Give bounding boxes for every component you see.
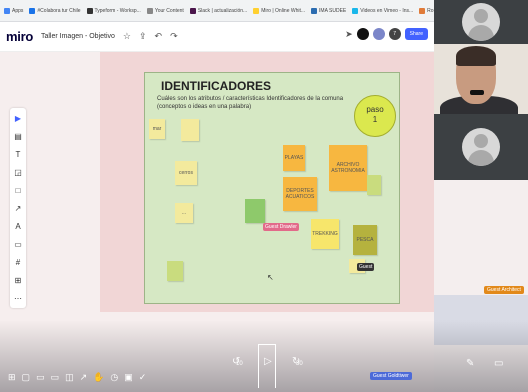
avatar[interactable] [372,28,385,40]
more-icon[interactable]: ⋯ [14,294,22,303]
bookmark-item[interactable]: Miro | Online Whit... [253,7,306,14]
board-icon[interactable]: ▢ [22,372,31,383]
participant-tile[interactable] [434,0,528,44]
bookmark-item[interactable]: Slack | actualización... [189,7,248,14]
bookmark-icon [146,7,153,14]
sticky-note[interactable]: TREKKING [311,219,339,249]
captions-icon[interactable]: ▭ [494,358,503,369]
redo-icon[interactable]: ↷ [170,31,178,42]
sticky-note[interactable] [167,261,183,281]
board-title[interactable]: Taller Imagen - Objetivo [41,33,115,40]
like-icon[interactable]: ✋ [93,372,104,383]
pen-icon[interactable]: A [15,222,20,231]
bookmark-icon [4,7,10,14]
participant-camera[interactable] [434,44,528,114]
bookmark-icon [29,7,36,14]
sticky-note[interactable]: ARCHIVO ASTRONOMIA [329,145,367,191]
screen: Apps #Colabora tur Chile Typeform - Worksp… [0,0,528,392]
user-avatar-icon [462,128,500,166]
play-icon[interactable]: ▷ [264,356,272,367]
export-icon[interactable]: ⇪ [139,31,147,42]
star-icon[interactable]: ☆ [123,31,131,42]
collaborator-tag: Guest Goldtiwer [370,372,412,380]
grid-icon[interactable]: ⊞ [8,372,16,383]
miro-toolbar: miro Taller Imagen - Objetivo ☆ ⇪ ↶ ↷ ➤ … [0,22,434,52]
bookmark-label: #Colabora tur Chile [37,7,81,14]
sticky-note[interactable]: DEPORTES ACUATICOS [283,177,317,211]
collaborator-tag: Guest Architect [484,286,524,294]
participant-tile[interactable] [434,114,528,180]
sticky-note[interactable] [245,199,265,223]
edit-icon[interactable]: ✎ [466,358,474,369]
frame-subtitle: Cuáles son los atributos / característic… [157,96,344,110]
paso-number: 1 [372,115,378,124]
bookmark-label: Miro | Online Whit... [261,7,306,14]
vote-icon[interactable]: ✓ [139,372,147,383]
shape-icon[interactable]: □ [16,186,21,195]
chat-icon[interactable]: ▭ [51,372,60,383]
collaborator-cursor-tag: Guest Drawler [263,223,299,231]
paso-circle[interactable]: paso 1 [354,95,396,137]
frame-title: IDENTIFICADORES [161,79,272,93]
share-button[interactable]: Share [404,28,428,40]
sticky-note-icon[interactable]: ◲ [14,168,22,177]
bookmark-item[interactable]: Typeform - Worksp... [86,7,141,14]
paso-label: paso [366,105,384,114]
cursor-icon[interactable]: ➤ [345,29,353,40]
bookmark-label: Typeform - Worksp... [94,7,141,14]
bookmark-icon [253,7,260,14]
line-icon[interactable]: ↗ [15,204,22,213]
timer-icon[interactable]: ◷ [110,372,118,383]
bookmark-item[interactable]: #Colabora tur Chile [29,7,81,14]
bookmark-label: Slack | actualización... [197,7,248,14]
forward-seconds: 30 [296,361,303,367]
card-icon[interactable]: ▭ [36,372,45,383]
sticky-note[interactable] [367,175,381,195]
undo-icon[interactable]: ↶ [155,31,163,42]
bookmark-item[interactable]: Apps [4,7,24,14]
user-avatar-icon [462,3,500,41]
bottom-toolbar: ⊞ ▢ ▭ ▭ ◫ ↗ ✋ ◷ ▣ ✓ [0,362,250,392]
bookmark-item[interactable]: Videos en Vimeo - Ins... [352,7,414,14]
bookmark-label: Your Content [154,7,184,14]
mouse-cursor-icon: ↖ [267,273,274,282]
template-icon[interactable]: ▤ [14,132,22,141]
bookmark-label: Videos en Vimeo - Ins... [360,7,414,14]
sticky-note[interactable]: ... [175,203,193,223]
share-screen-icon[interactable]: ↗ [80,372,88,383]
video-icon[interactable]: ▣ [124,372,133,383]
upload-icon[interactable]: ⊞ [15,276,22,285]
bookmark-icon [352,7,359,14]
bookmark-icon [419,7,426,14]
left-toolbar: ▶ ▤ T ◲ □ ↗ A ▭ # ⊞ ⋯ [10,108,26,308]
select-icon[interactable]: ▶ [15,114,21,123]
bookmark-item[interactable]: Your Content [146,7,184,14]
text-icon[interactable]: T [16,150,21,159]
collaborator-cursor-tag: Guest [357,263,375,271]
bookmark-icon [189,7,196,14]
bookmark-icon [311,7,318,14]
sticky-note[interactable]: cerros [175,161,197,185]
comment-icon[interactable]: ▭ [14,240,22,249]
bookmark-label: Apps [12,7,24,14]
sticky-note[interactable]: mar [149,119,165,139]
miro-logo[interactable]: miro [6,29,33,44]
toolbar-right: ➤ 7 Share [345,28,428,40]
bookmark-label: IMA SUDEE [319,7,347,14]
screen-icon[interactable]: ◫ [65,372,74,383]
sticky-note[interactable]: PLAYAS [283,145,305,171]
bookmark-icon [86,7,93,14]
avatar[interactable] [356,28,369,40]
users-count-badge[interactable]: 7 [388,28,401,40]
sticky-note[interactable]: PESCA [353,225,377,255]
sticky-note[interactable] [181,119,199,141]
bookmark-item[interactable]: IMA SUDEE [311,7,347,14]
frame-icon[interactable]: # [16,258,20,267]
